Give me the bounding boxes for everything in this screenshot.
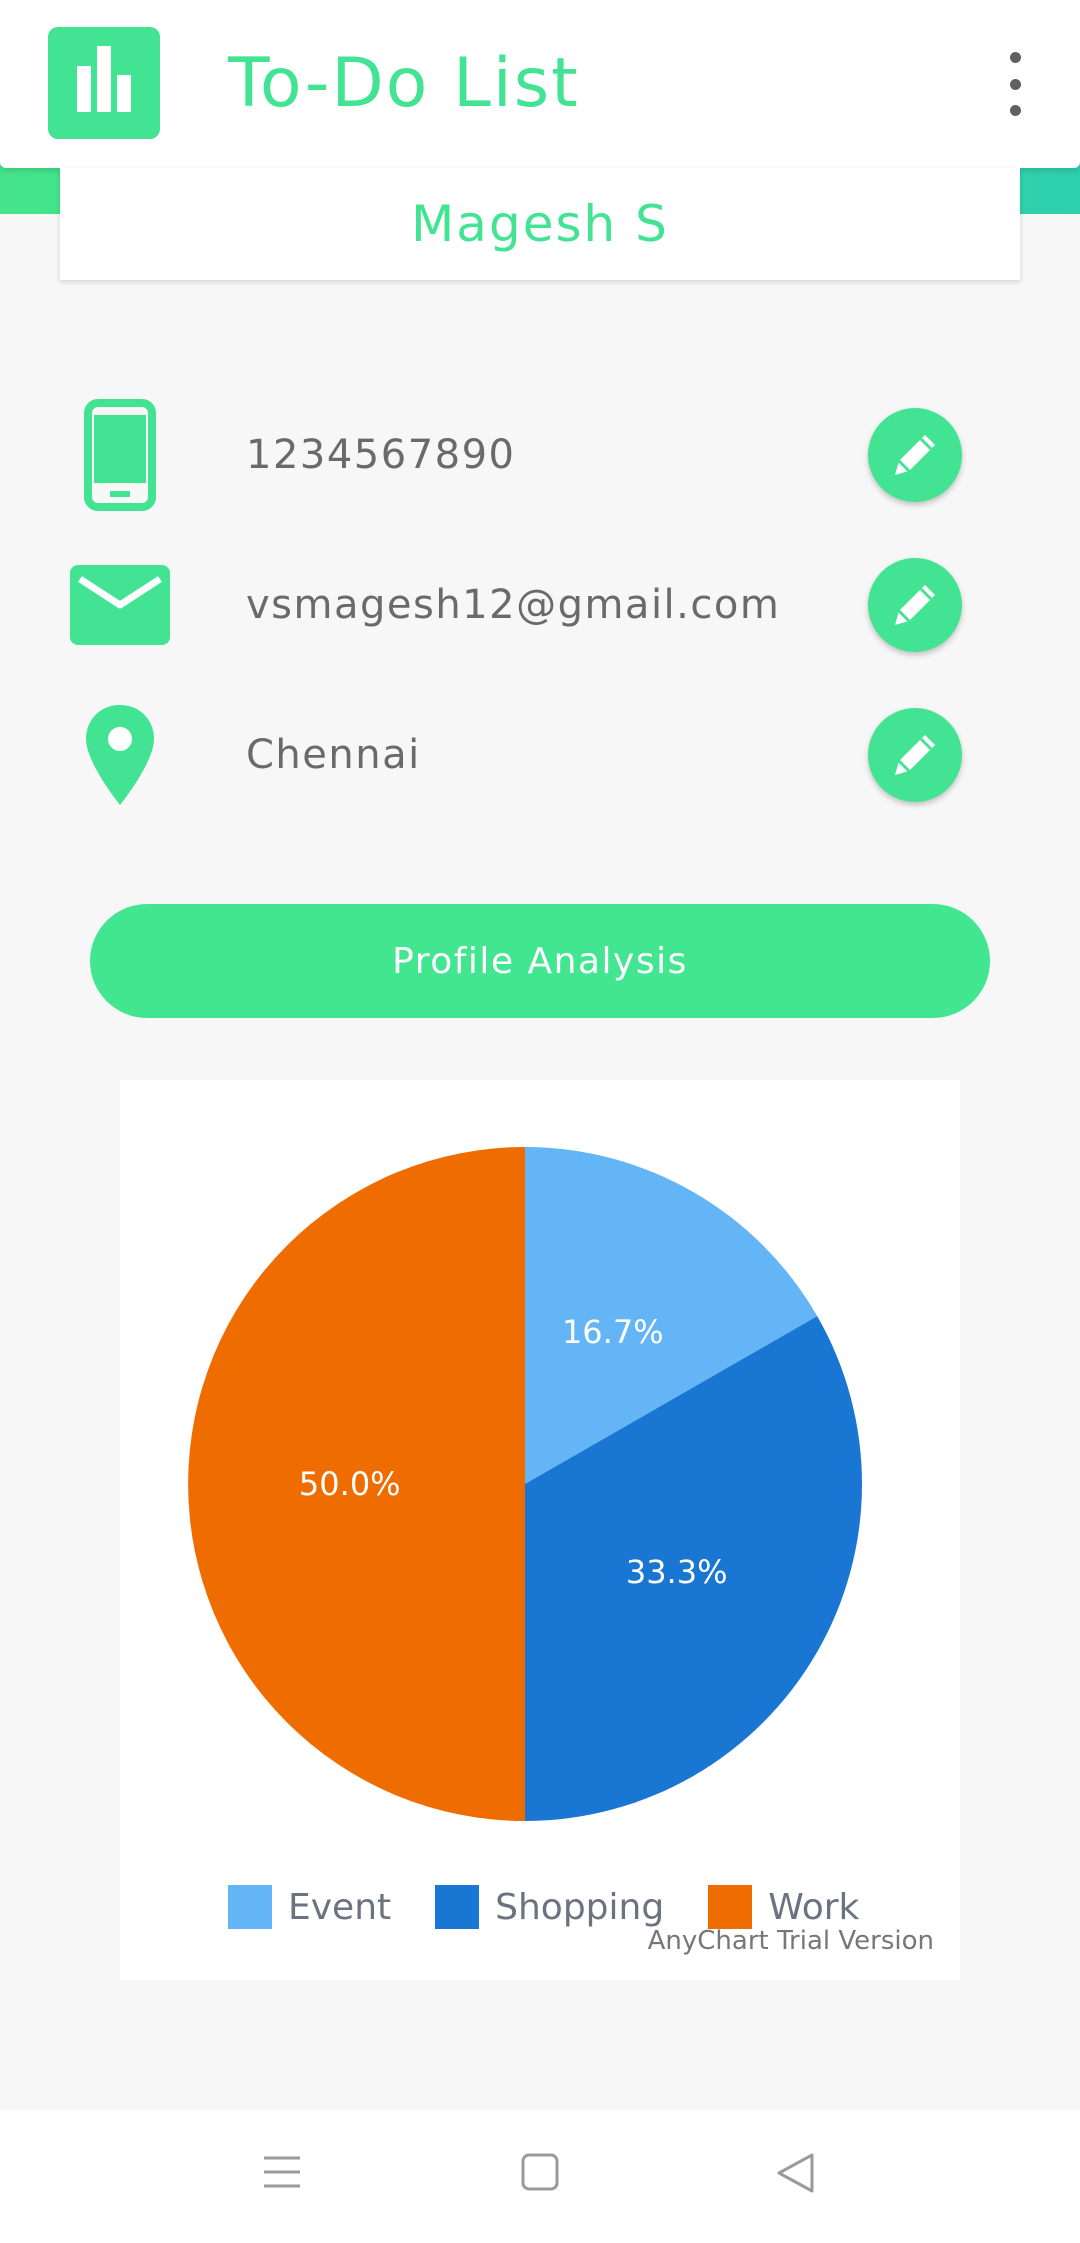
legend-swatch-work: [708, 1885, 753, 1929]
legend-item-work[interactable]: Work: [708, 1885, 859, 1929]
edit-phone-button[interactable]: [868, 408, 962, 502]
pie-label-event: 16.7%: [561, 1313, 664, 1352]
pie-chart-card: 16.7% 33.3% 50.0% Event Shopping Work AnyC…: [120, 1080, 960, 1980]
pencil-icon: [895, 585, 935, 625]
app-bar: To-Do List: [0, 0, 1080, 168]
location-value: Chennai: [246, 732, 421, 778]
location-pin-icon: [86, 705, 154, 805]
system-nav-bar: [0, 2110, 1080, 2243]
edit-email-button[interactable]: [868, 558, 962, 652]
profile-name-card: Magesh S: [60, 168, 1020, 280]
phone-icon: [84, 399, 156, 511]
phone-row: 1234567890: [0, 395, 1080, 515]
more-vert-icon[interactable]: [995, 52, 1035, 116]
phone-value: 1234567890: [246, 432, 516, 478]
home-square-icon[interactable]: [520, 2152, 560, 2192]
pencil-icon: [895, 735, 935, 775]
chart-watermark: AnyChart Trial Version: [647, 1926, 934, 1956]
legend-label-event: Event: [288, 1886, 392, 1928]
email-icon: [70, 565, 170, 645]
location-row: Chennai: [0, 695, 1080, 815]
email-row: vsmagesh12@gmail.com: [0, 545, 1080, 665]
menu-icon[interactable]: [262, 2152, 302, 2192]
legend-label-work: Work: [768, 1886, 860, 1928]
bar-chart-icon[interactable]: [48, 27, 160, 139]
pie-label-work: 50.0%: [298, 1465, 401, 1503]
app-title: To-Do List: [228, 44, 580, 123]
legend-swatch-event: [228, 1885, 272, 1929]
profile-analysis-button[interactable]: Profile Analysis: [90, 904, 990, 1018]
pencil-icon: [895, 435, 935, 475]
back-triangle-icon[interactable]: [774, 2152, 816, 2194]
pie-label-shopping: 33.3%: [625, 1552, 728, 1591]
legend-label-shopping: Shopping: [495, 1886, 665, 1928]
pie-chart: [188, 1147, 862, 1821]
legend-item-event[interactable]: Event: [228, 1885, 391, 1929]
profile-name: Magesh S: [411, 195, 669, 253]
legend-item-shopping[interactable]: Shopping: [435, 1885, 664, 1929]
edit-location-button[interactable]: [868, 708, 962, 802]
email-value: vsmagesh12@gmail.com: [246, 582, 781, 628]
legend-swatch-shopping: [435, 1885, 480, 1929]
chart-legend: Event Shopping Work: [228, 1885, 903, 1929]
